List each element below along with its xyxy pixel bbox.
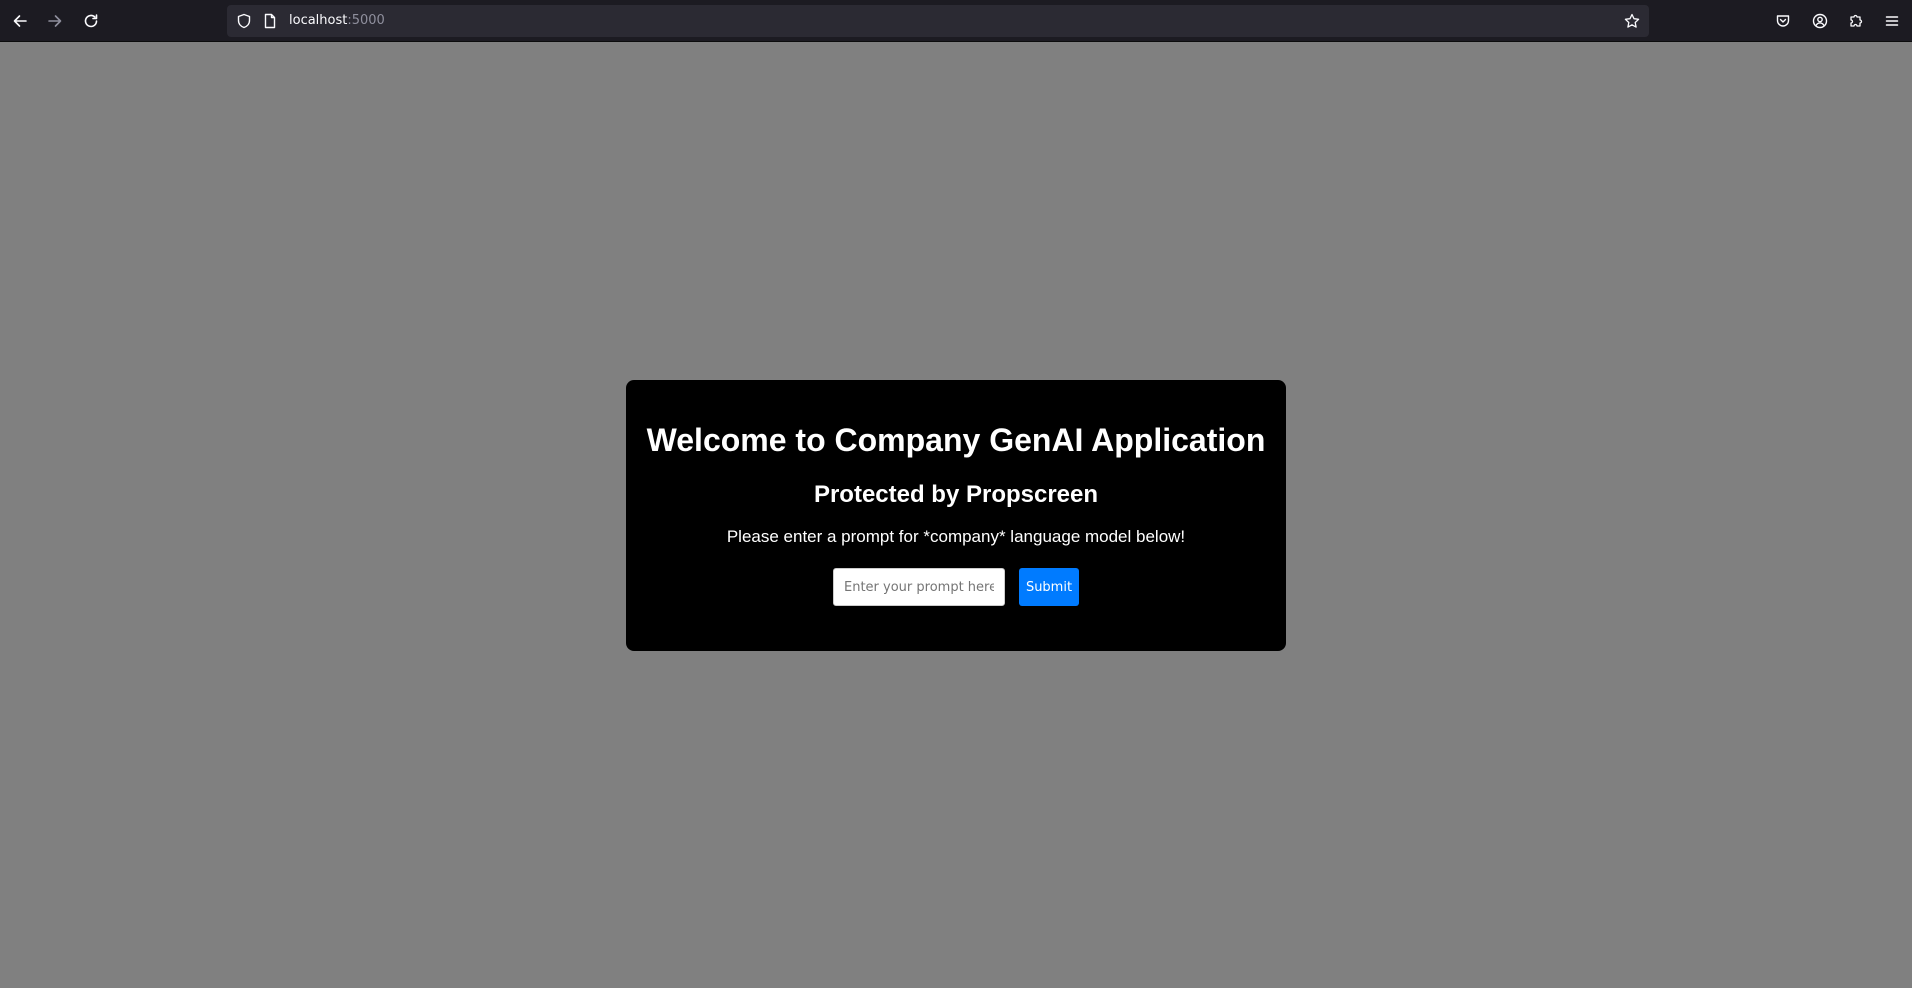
hamburger-menu-icon xyxy=(1885,16,1899,26)
url-port: :5000 xyxy=(347,13,385,28)
star-icon[interactable] xyxy=(1623,12,1641,30)
welcome-card: Welcome to Company GenAI Application Pro… xyxy=(626,380,1286,651)
menu-button[interactable] xyxy=(1878,7,1906,35)
shield-icon[interactable] xyxy=(235,12,253,30)
account-icon xyxy=(1812,13,1828,29)
page-icon[interactable] xyxy=(261,12,279,30)
page-title: Welcome to Company GenAI Application xyxy=(646,422,1266,458)
pocket-button[interactable] xyxy=(1769,7,1797,35)
arrow-left-icon xyxy=(13,15,27,27)
reload-button[interactable] xyxy=(77,7,105,35)
pocket-icon xyxy=(1776,15,1790,27)
extensions-button[interactable] xyxy=(1842,7,1870,35)
account-button[interactable] xyxy=(1806,7,1834,35)
address-bar[interactable]: localhost:5000 xyxy=(227,5,1649,37)
url-text[interactable]: localhost:5000 xyxy=(289,13,385,29)
browser-toolbar: localhost:5000 xyxy=(0,0,1912,42)
url-host: localhost xyxy=(289,13,348,28)
forward-button[interactable] xyxy=(41,7,69,35)
puzzle-icon xyxy=(1850,14,1863,27)
prompt-instructions: Please enter a prompt for *company* lang… xyxy=(726,527,1186,546)
back-button[interactable] xyxy=(6,7,34,35)
reload-icon xyxy=(84,14,98,28)
submit-button[interactable]: Submit xyxy=(1019,568,1079,606)
page-subtitle: Protected by Propscreen xyxy=(813,481,1099,508)
arrow-right-icon xyxy=(48,15,62,27)
prompt-input[interactable] xyxy=(833,568,1005,606)
